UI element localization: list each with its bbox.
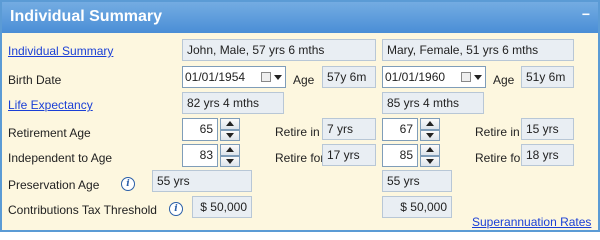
person2-retirement-age-stepper[interactable]: 67 [382, 118, 440, 141]
panel-title: Individual Summary [10, 8, 163, 25]
person2-summary: Mary, Female, 51 yrs 6 mths [382, 39, 574, 61]
chevron-up-icon [426, 121, 434, 127]
person1-birth-date-value: 01/01/1954 [185, 70, 246, 84]
person2-independent-age-stepper[interactable]: 85 [382, 144, 440, 167]
birth-date-label: Birth Date [8, 73, 62, 87]
calendar-icon[interactable] [261, 72, 271, 82]
person1-retire-in-label: Retire in [275, 125, 320, 139]
individual-summary-panel: Individual Summary − Individual Summary … [0, 0, 600, 232]
chevron-down-icon[interactable] [274, 74, 282, 80]
person1-summary: John, Male, 57 yrs 6 mths [182, 39, 376, 61]
life-expectancy-link[interactable]: Life Expectancy [8, 98, 93, 112]
person2-life-expectancy: 85 yrs 4 mths [382, 92, 484, 114]
decrement-button[interactable] [420, 129, 440, 141]
person2-retirement-age-input[interactable]: 67 [382, 118, 418, 141]
collapse-icon[interactable]: − [582, 6, 590, 22]
panel-header: Individual Summary − [2, 2, 598, 33]
increment-button[interactable] [420, 144, 440, 156]
person1-independent-age-stepper[interactable]: 83 [182, 144, 240, 167]
decrement-button[interactable] [220, 129, 240, 141]
chevron-up-icon [426, 147, 434, 153]
person2-preservation-age: 55 yrs [382, 170, 452, 192]
person1-life-expectancy: 82 yrs 4 mths [182, 92, 284, 114]
person1-age-label: Age [293, 73, 315, 87]
person1-age: 57y 6m [322, 66, 376, 88]
person1-tax-threshold: $ 50,000 [192, 196, 252, 218]
chevron-down-icon [426, 158, 434, 164]
independent-to-age-label: Independent to Age [8, 151, 113, 165]
person1-retirement-age-stepper[interactable]: 65 [182, 118, 240, 141]
contributions-tax-threshold-label: Contributions Tax Threshold [8, 203, 157, 217]
person1-retire-in: 7 yrs [322, 118, 376, 140]
person2-tax-threshold: $ 50,000 [382, 196, 452, 218]
increment-button[interactable] [220, 144, 240, 156]
chevron-down-icon [226, 132, 234, 138]
retirement-age-label: Retirement Age [8, 126, 91, 140]
person1-retire-for-label: Retire for [275, 151, 325, 165]
person2-retire-for-label: Retire for [475, 151, 525, 165]
individual-summary-link[interactable]: Individual Summary [8, 44, 113, 58]
calendar-icon[interactable] [461, 72, 471, 82]
chevron-up-icon [226, 121, 234, 127]
chevron-down-icon[interactable] [474, 74, 482, 80]
decrement-button[interactable] [420, 155, 440, 167]
superannuation-rates-link[interactable]: Superannuation Rates [472, 215, 591, 229]
increment-button[interactable] [220, 118, 240, 130]
person1-preservation-age: 55 yrs [152, 170, 252, 192]
chevron-down-icon [426, 132, 434, 138]
person2-age: 51y 6m [521, 66, 574, 88]
person1-retirement-age-input[interactable]: 65 [182, 118, 218, 141]
chevron-up-icon [226, 147, 234, 153]
person1-independent-age-input[interactable]: 83 [182, 144, 218, 167]
preservation-age-label: Preservation Age [8, 178, 100, 192]
person2-retire-for: 18 yrs [521, 144, 574, 166]
increment-button[interactable] [420, 118, 440, 130]
person2-birth-date-picker[interactable]: 01/01/1960 [382, 66, 486, 88]
info-icon[interactable]: i [169, 202, 183, 216]
person2-independent-age-input[interactable]: 85 [382, 144, 418, 167]
person2-birth-date-value: 01/01/1960 [385, 70, 446, 84]
person1-birth-date-picker[interactable]: 01/01/1954 [182, 66, 286, 88]
person2-retire-in: 15 yrs [521, 118, 574, 140]
chevron-down-icon [226, 158, 234, 164]
person2-retire-in-label: Retire in [475, 125, 520, 139]
info-icon[interactable]: i [121, 177, 135, 191]
decrement-button[interactable] [220, 155, 240, 167]
person1-retire-for: 17 yrs [322, 144, 376, 166]
person2-age-label: Age [493, 73, 515, 87]
